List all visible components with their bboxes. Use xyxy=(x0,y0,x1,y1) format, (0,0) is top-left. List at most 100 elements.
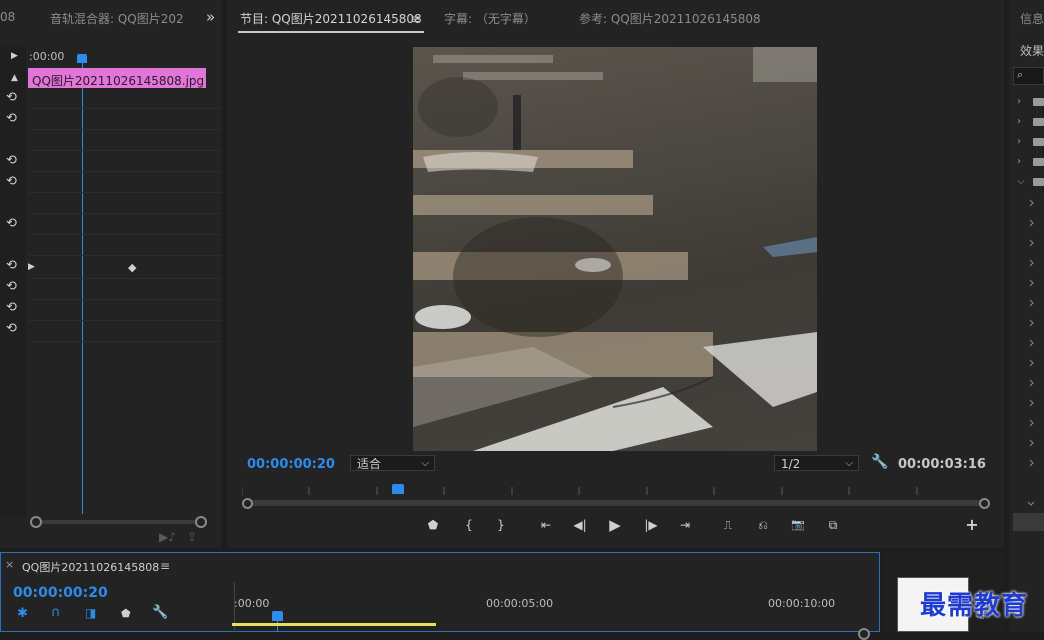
ruler-label-start: :00:00 xyxy=(234,597,270,610)
playback-resolution-select[interactable]: 1/2 ⌵ xyxy=(774,455,859,471)
row-divider xyxy=(28,192,222,193)
effects-tree-subitems xyxy=(1026,196,1044,516)
comparison-view-button[interactable]: ⧉ xyxy=(824,518,842,533)
mark-out-button[interactable]: } xyxy=(492,518,510,532)
resolution-value: 1/2 xyxy=(781,457,801,471)
mark-in-button[interactable]: { xyxy=(460,518,478,532)
effect-ruler-start: :00:00 xyxy=(29,50,65,63)
go-to-in-button[interactable]: ⇤ xyxy=(537,518,555,532)
panel-overflow-icon[interactable]: » xyxy=(206,8,215,26)
watermark-text: 最需教育 xyxy=(920,591,1029,621)
scroll-handle-right[interactable] xyxy=(979,498,990,509)
chevron-right-icon[interactable]: › xyxy=(1017,96,1021,107)
row-divider xyxy=(28,234,222,235)
reset-icon[interactable]: ⟲ xyxy=(6,321,17,336)
chevron-right-icon[interactable]: › xyxy=(1017,116,1021,127)
chevron-down-icon: ⌵ xyxy=(845,458,853,469)
play-button[interactable]: ▶ xyxy=(606,516,624,534)
row-divider xyxy=(28,320,222,321)
tab-captions[interactable]: 字幕: （无字幕） xyxy=(444,10,536,27)
chevron-right-icon[interactable]: › xyxy=(1017,136,1021,147)
settings-wrench-icon[interactable]: 🔧 xyxy=(871,454,888,470)
row-divider xyxy=(28,255,222,256)
folder-icon xyxy=(1033,178,1044,186)
row-divider xyxy=(28,108,222,109)
timeline-scroll-handle[interactable] xyxy=(858,628,870,640)
toggle-expand-icon[interactable]: ▶ xyxy=(11,51,18,61)
ruler-ticks xyxy=(241,487,918,495)
scroll-handle-right[interactable] xyxy=(195,516,207,528)
effects-selected-row[interactable] xyxy=(1013,513,1044,531)
folder-icon xyxy=(1033,118,1044,126)
folder-icon xyxy=(1033,138,1044,146)
tab-info[interactable]: 信息 xyxy=(1020,10,1044,27)
collapse-icon[interactable]: ▲ xyxy=(11,73,18,83)
export-icon[interactable]: ⇪ xyxy=(187,530,197,544)
row-divider xyxy=(28,278,222,279)
row-divider xyxy=(28,341,222,342)
folder-icon xyxy=(1033,158,1044,166)
marker-icon[interactable]: ⬟ xyxy=(121,607,131,620)
chevron-down-icon: ⌵ xyxy=(421,458,429,469)
reset-icon[interactable]: ⟲ xyxy=(6,216,17,231)
row-divider xyxy=(28,171,222,172)
reset-icon[interactable]: ⟲ xyxy=(6,174,17,189)
step-forward-button[interactable]: |▶ xyxy=(642,518,660,532)
close-icon[interactable]: × xyxy=(5,558,14,571)
tab-effect-controls-partial[interactable]: 08 xyxy=(0,10,15,24)
ruler-label-5s: 00:00:05:00 xyxy=(486,597,554,610)
reset-icon[interactable]: ⟲ xyxy=(6,279,17,294)
panel-menu-icon[interactable]: ≡ xyxy=(410,12,420,26)
timeline-menu-icon[interactable]: ≡ xyxy=(160,559,170,573)
expand-arrow-icon[interactable]: ▶ xyxy=(28,262,35,272)
tab-reference[interactable]: 参考: QQ图片20211026145808 xyxy=(579,10,761,27)
duration-timecode: 00:00:03:16 xyxy=(898,457,986,472)
zoom-fit-select[interactable]: 适合 ⌵ xyxy=(350,455,435,471)
export-frame-button[interactable]: 📷 xyxy=(789,518,807,531)
work-area-bar[interactable] xyxy=(232,623,436,626)
add-marker-icon[interactable]: ◨ xyxy=(85,606,96,620)
reset-icon[interactable]: ⟲ xyxy=(6,90,17,105)
go-to-out-button[interactable]: ⇥ xyxy=(676,518,694,532)
program-video-frame xyxy=(413,47,817,451)
folder-icon xyxy=(1033,98,1044,106)
ruler-label-10s: 00:00:10:00 xyxy=(768,597,836,610)
lift-button[interactable]: ⎍ xyxy=(719,518,737,533)
reset-icon[interactable]: ⟲ xyxy=(6,258,17,273)
snap-icon[interactable]: ✱ xyxy=(17,606,28,621)
current-timecode[interactable]: 00:00:00:20 xyxy=(247,457,335,472)
extract-button[interactable]: ⎌ xyxy=(754,518,772,533)
reset-icon[interactable]: ⟲ xyxy=(6,111,17,126)
subitem-chevrons xyxy=(1027,199,1035,506)
settings-wrench-icon[interactable]: 🔧 xyxy=(152,605,168,620)
reset-icon[interactable]: ⟲ xyxy=(6,153,17,168)
zoom-fit-value: 适合 xyxy=(357,457,382,471)
keyframe-icon[interactable]: ◆ xyxy=(128,261,136,274)
scroll-handle-left[interactable] xyxy=(30,516,42,528)
tab-audio-mixer[interactable]: 音轨混合器: QQ图片202 xyxy=(50,10,184,27)
search-icon: ⌕ xyxy=(1017,68,1024,81)
row-divider xyxy=(28,213,222,214)
button-editor-add-button[interactable]: + xyxy=(963,515,981,534)
tab-program[interactable]: 节目: QQ图片20211026145808 xyxy=(238,10,424,33)
play-audio-icon[interactable]: ▶♪ xyxy=(159,530,176,544)
clip-label: QQ图片20211026145808.jpg xyxy=(32,74,205,88)
linked-selection-icon[interactable]: ∩ xyxy=(51,605,61,620)
timeline-playhead-line xyxy=(277,620,278,632)
step-back-button[interactable]: ◀| xyxy=(571,518,589,532)
chevron-down-icon[interactable]: ⌵ xyxy=(1017,176,1025,187)
timeline-timecode[interactable]: 00:00:00:20 xyxy=(13,585,108,601)
row-divider xyxy=(28,299,222,300)
chevron-right-icon[interactable]: › xyxy=(1017,156,1021,167)
monitor-time-ruler[interactable] xyxy=(241,483,984,495)
scroll-handle-left[interactable] xyxy=(242,498,253,509)
monitor-zoom-scrollbar[interactable] xyxy=(246,500,984,506)
effect-zoom-scrollbar[interactable] xyxy=(34,520,201,524)
row-divider xyxy=(28,150,222,151)
tab-effects[interactable]: 效果 xyxy=(1020,42,1044,59)
timeline-sequence-tab[interactable]: QQ图片20211026145808 xyxy=(22,559,159,575)
reset-icon[interactable]: ⟲ xyxy=(6,300,17,315)
video-frame-image xyxy=(413,47,817,451)
monitor-playhead[interactable] xyxy=(391,484,404,494)
add-marker-button[interactable]: ⬟ xyxy=(424,518,442,532)
